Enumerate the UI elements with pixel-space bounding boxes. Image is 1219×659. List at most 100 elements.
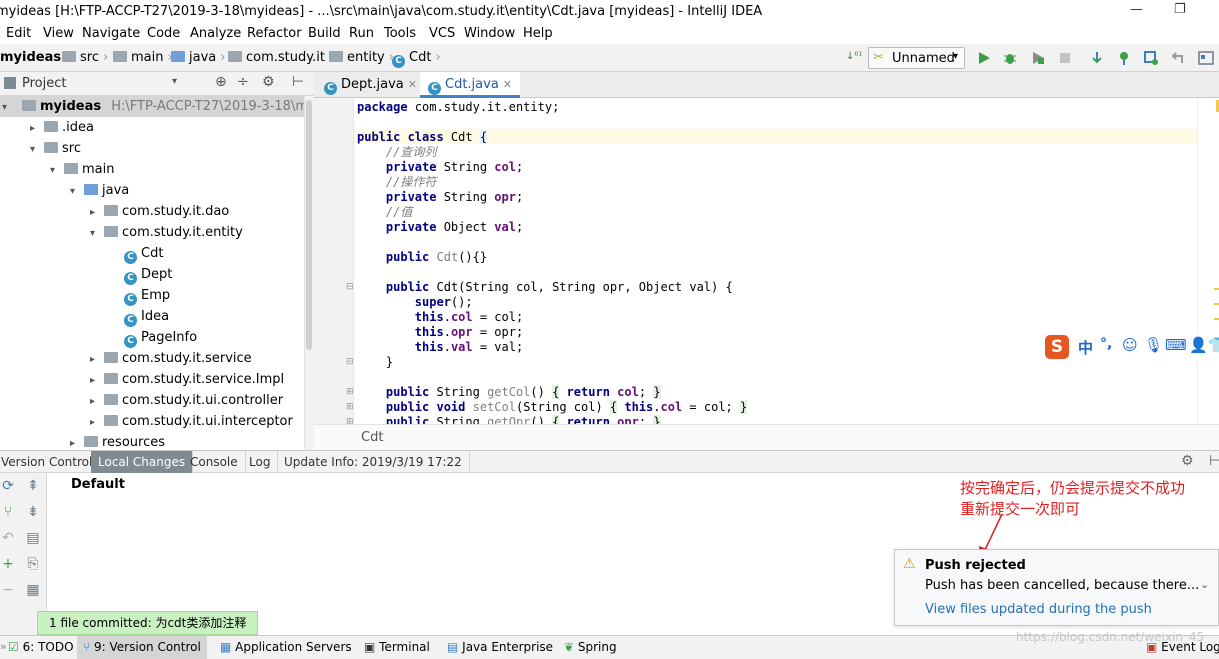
microphone-icon[interactable]: 🎙 <box>1144 336 1163 354</box>
tree-item[interactable]: C Emp <box>110 285 170 306</box>
breadcrumb-entity[interactable]: entity › <box>329 50 398 65</box>
gear-icon[interactable]: ⚙ <box>262 74 275 90</box>
chevron-right-icon[interactable]: ▸ <box>90 412 104 433</box>
fold-icon[interactable]: ⊟ <box>346 282 354 292</box>
scrollbar-thumb[interactable] <box>306 100 312 350</box>
chevron-down-icon[interactable]: ▾ <box>90 223 104 244</box>
menu-view[interactable]: View <box>43 26 74 41</box>
chevron-right-icon[interactable]: ▸ <box>70 433 84 450</box>
gear-icon[interactable]: ⚙ <box>1181 453 1194 469</box>
fold-icon[interactable]: ⊞ <box>346 402 354 412</box>
vcs-history-icon[interactable] <box>1143 50 1159 66</box>
chevron-down-icon[interactable]: ▾ <box>70 181 84 202</box>
tab-dept-java[interactable]: C Dept.java ✕ <box>316 72 425 98</box>
toolwindow-application-servers[interactable]: ▦ Application Servers <box>214 636 358 659</box>
vcs-revert-icon[interactable] <box>1170 50 1186 66</box>
tree-item[interactable]: ▸ .idea <box>30 117 94 138</box>
code-editor[interactable]: package com.study.it.entity; public clas… <box>354 98 1197 424</box>
tree-item[interactable]: C Idea <box>110 306 169 327</box>
warning-marker[interactable] <box>1214 288 1219 290</box>
chevron-down-icon[interactable]: ▾ <box>30 139 44 160</box>
fold-icon[interactable]: ⊟ <box>346 357 354 367</box>
collapse-icon[interactable]: ÷ <box>237 74 249 90</box>
menu-edit[interactable]: Edit <box>6 26 31 41</box>
tree-item[interactable]: ▾ com.study.it.entity <box>90 222 243 243</box>
refresh-icon[interactable]: ⟳ <box>0 478 16 494</box>
menu-refactor[interactable]: Refactor <box>247 26 302 41</box>
close-icon[interactable]: ✕ <box>408 78 417 91</box>
ime-punctuation[interactable]: °, <box>1100 336 1112 352</box>
remove-icon[interactable]: − <box>0 582 16 598</box>
toolwindow-todo[interactable]: ☑ 6: TODO <box>0 636 80 659</box>
toolwindow-version-control[interactable]: ⑂ 9: Version Control <box>77 636 207 659</box>
tab-cdt-java[interactable]: C Cdt.java ✕ <box>420 72 521 98</box>
rollback-icon[interactable]: ↶ <box>0 530 16 546</box>
vcs-commit-icon[interactable] <box>1116 50 1132 66</box>
emoji-icon[interactable]: ☺ <box>1122 336 1138 354</box>
commit-icon[interactable]: ⑂ <box>0 504 16 520</box>
restore-button[interactable]: ❐ <box>1174 2 1186 17</box>
hide-icon[interactable]: ⊢ <box>1209 453 1219 469</box>
expand-all-icon[interactable]: ⇞ <box>25 478 41 494</box>
menu-tools[interactable]: Tools <box>384 26 416 41</box>
breadcrumb-java[interactable]: java › <box>171 50 229 65</box>
chevron-right-icon[interactable]: ▸ <box>90 349 104 370</box>
vcs-update-icon[interactable] <box>1089 50 1105 66</box>
editor-breadcrumb-item[interactable]: Cdt <box>361 430 383 445</box>
warning-marker[interactable] <box>1214 318 1219 320</box>
project-view-select[interactable]: Project <box>22 76 66 91</box>
run-icon[interactable] <box>976 50 992 66</box>
ime-mode[interactable]: 中 <box>1078 337 1093 358</box>
tree-item[interactable]: ▾ main <box>50 159 114 180</box>
chevron-down-icon[interactable]: ▾ <box>50 160 64 181</box>
warning-marker[interactable] <box>1214 303 1219 305</box>
menu-build[interactable]: Build <box>308 26 341 41</box>
chevron-right-icon[interactable]: ▸ <box>30 118 44 139</box>
close-icon[interactable]: ✕ <box>503 78 512 91</box>
tree-item[interactable]: ▾ java <box>70 180 129 201</box>
tab-local-changes[interactable]: Local Changes <box>91 451 194 473</box>
user-icon[interactable]: 👤 <box>1189 336 1208 354</box>
breadcrumb-package[interactable]: com.study.it› <box>228 50 338 65</box>
stop-icon[interactable] <box>1057 50 1073 66</box>
add-icon[interactable]: + <box>0 556 16 572</box>
tree-item[interactable]: C Dept <box>110 264 172 285</box>
menu-analyze[interactable]: Analyze <box>190 26 241 41</box>
fold-icon[interactable]: ⊞ <box>346 387 354 397</box>
shelf-icon[interactable]: ▦ <box>25 582 41 598</box>
tree-item[interactable]: ▸ com.study.it.service.Impl <box>90 369 284 390</box>
menu-navigate[interactable]: Navigate <box>82 26 140 41</box>
tree-item[interactable]: ▸ com.study.it.ui.interceptor <box>90 411 293 432</box>
breadcrumb-cdt[interactable]: C Cdt › <box>392 50 445 68</box>
sort-icon[interactable]: ↓⁰¹ <box>846 51 862 67</box>
locate-icon[interactable]: ⊕ <box>215 74 227 90</box>
sogou-icon[interactable]: S <box>1045 335 1069 359</box>
project-structure-icon[interactable] <box>1198 50 1214 66</box>
skin-icon[interactable]: 👕 <box>1208 336 1219 354</box>
chevron-down-icon[interactable]: ⌄ <box>1200 578 1209 591</box>
coverage-icon[interactable] <box>1030 50 1046 66</box>
tree-root[interactable]: ▾myideas H:\FTP-ACCP-T27\2019-3-18\myide… <box>0 96 314 117</box>
breadcrumb-main[interactable]: main› <box>113 50 177 65</box>
tree-item[interactable]: ▸ resources <box>70 432 165 450</box>
menu-run[interactable]: Run <box>349 26 374 41</box>
collapse-all-icon[interactable]: ⇟ <box>25 504 41 520</box>
tree-item[interactable]: C Cdt <box>110 243 163 264</box>
tree-item[interactable]: ▾ src <box>30 138 81 159</box>
menu-code[interactable]: Code <box>147 26 180 41</box>
menu-window[interactable]: Window <box>464 26 515 41</box>
tree-item[interactable]: ▸ com.study.it.dao <box>90 201 229 222</box>
copy-icon[interactable]: ⎘ <box>25 556 41 572</box>
breadcrumb-src[interactable]: src › <box>62 50 112 65</box>
keyboard-icon[interactable]: ⌨ <box>1165 336 1187 354</box>
group-icon[interactable]: ▤ <box>25 530 41 546</box>
chevron-right-icon[interactable]: ▸ <box>90 370 104 391</box>
toolwindow-spring[interactable]: ❦ Spring <box>558 636 623 659</box>
tree-item[interactable]: ▸ com.study.it.ui.controller <box>90 390 283 411</box>
run-configuration-select[interactable]: ✂ Unnamed ▾ <box>868 47 965 69</box>
tree-item[interactable]: ▸ com.study.it.service <box>90 348 252 369</box>
debug-icon[interactable] <box>1002 50 1018 66</box>
toolwindow-java-enterprise[interactable]: ▤ Java Enterprise <box>441 636 559 659</box>
chevron-down-icon[interactable]: ▾ <box>172 76 177 87</box>
minimize-button[interactable]: — <box>1130 2 1143 17</box>
